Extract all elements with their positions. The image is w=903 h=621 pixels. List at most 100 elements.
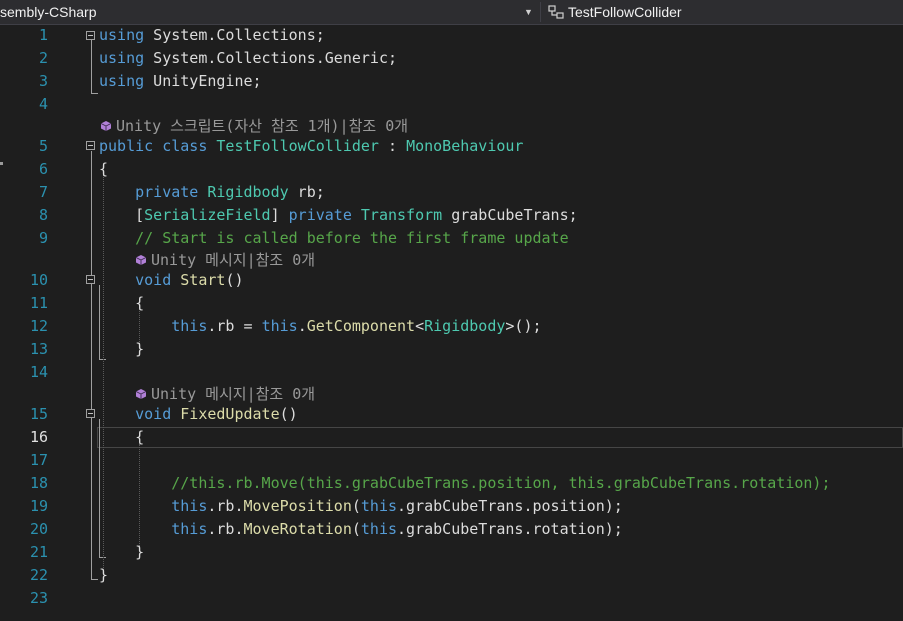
- code-line[interactable]: 11 {: [0, 292, 903, 314]
- code-token: }: [99, 340, 145, 358]
- code-token: .rb.: [207, 520, 244, 538]
- code-token: class: [162, 137, 208, 155]
- line-number: 1: [38, 26, 48, 44]
- code-line[interactable]: 19 this.rb.MovePosition(this.grabCubeTra…: [0, 495, 903, 517]
- code-token: FixedUpdate: [180, 405, 280, 423]
- code-token: this: [171, 497, 208, 515]
- code-line[interactable]: 5 public class TestFollowCollider : MonoB…: [0, 135, 903, 157]
- line-number: 2: [38, 49, 48, 67]
- code-line[interactable]: 20 this.rb.MoveRotation(this.grabCubeTra…: [0, 518, 903, 540]
- code-token: Rigidbody: [424, 317, 506, 335]
- code-line[interactable]: 16 {: [0, 426, 903, 448]
- unity-cube-icon: [100, 121, 112, 131]
- code-text: using System.Collections.Generic;: [99, 47, 397, 69]
- project-dropdown[interactable]: sembly-CSharp: [0, 0, 540, 24]
- code-lens-start-text: Unity 메시지|참조 0개: [151, 251, 316, 269]
- code-token: //this.rb.Move(this.grabCubeTrans.positi…: [171, 474, 831, 492]
- code-line[interactable]: 3 using UnityEngine;: [0, 70, 903, 92]
- code-token: MonoBehaviour: [406, 137, 524, 155]
- code-token: (): [225, 271, 244, 289]
- code-text: using UnityEngine;: [99, 70, 262, 92]
- code-line[interactable]: 13 }: [0, 338, 903, 360]
- code-text: public class TestFollowCollider : MonoBe…: [99, 135, 523, 157]
- code-token: using: [99, 49, 145, 67]
- code-token: >();: [505, 317, 542, 335]
- code-token: using: [99, 26, 145, 44]
- line-number: 4: [38, 95, 48, 113]
- code-line[interactable]: 8 [SerializeField] private Transform gra…: [0, 204, 903, 226]
- code-line[interactable]: 18 //this.rb.Move(this.grabCubeTrans.pos…: [0, 472, 903, 494]
- code-token: System.Collections.Generic;: [144, 49, 398, 67]
- line-number: 22: [29, 566, 48, 584]
- code-line[interactable]: 17: [0, 449, 903, 471]
- code-token: :: [378, 137, 407, 155]
- class-icon: [548, 5, 564, 19]
- code-line[interactable]: 15 void FixedUpdate(): [0, 403, 903, 425]
- code-line[interactable]: 7 private Rigidbody rb;: [0, 181, 903, 203]
- code-line[interactable]: 4: [0, 93, 903, 115]
- code-editor[interactable]: Unity 스크립트(자산 참조 1개)|참조 0개 Unity 메시지|참조 …: [0, 24, 903, 621]
- code-text: //this.rb.Move(this.grabCubeTrans.positi…: [99, 472, 831, 494]
- code-text: this.rb = this.GetComponent<Rigidbody>()…: [99, 315, 542, 337]
- code-text: {: [99, 292, 144, 314]
- line-number: 9: [38, 229, 48, 247]
- line-number: 6: [38, 160, 48, 178]
- code-text: this.rb.MovePosition(this.grabCubeTrans.…: [99, 495, 623, 517]
- code-token: Rigidbody: [207, 183, 289, 201]
- code-text: {: [99, 158, 108, 180]
- code-line[interactable]: 22}: [0, 564, 903, 586]
- code-text: void Start(): [99, 269, 244, 291]
- line-number: 12: [29, 317, 48, 335]
- code-lens-fixedupdate[interactable]: Unity 메시지|참조 0개: [135, 383, 315, 405]
- line-number: 18: [29, 474, 48, 492]
- class-dropdown[interactable]: TestFollowCollider: [548, 0, 682, 24]
- code-token: private: [135, 183, 199, 201]
- code-text: }: [99, 541, 144, 563]
- code-token: (): [279, 405, 298, 423]
- line-number: 21: [29, 543, 48, 561]
- code-line[interactable]: 21 }: [0, 541, 903, 563]
- code-line[interactable]: 9 // Start is called before the first fr…: [0, 227, 903, 249]
- code-token: (: [351, 497, 361, 515]
- code-token: // Start is called before the first fram…: [135, 229, 569, 247]
- code-text: [SerializeField] private Transform grabC…: [99, 204, 578, 226]
- code-token: .rb =: [207, 317, 262, 335]
- code-token: this: [360, 497, 398, 515]
- line-number: 3: [38, 72, 48, 90]
- code-line[interactable]: 12 this.rb = this.GetComponent<Rigidbody…: [0, 315, 903, 337]
- code-token: private: [288, 206, 352, 224]
- code-line[interactable]: 1 using System.Collections;: [0, 24, 903, 46]
- line-number: 19: [29, 497, 48, 515]
- code-line[interactable]: 6{: [0, 158, 903, 180]
- code-line[interactable]: 23: [0, 587, 903, 609]
- code-line[interactable]: 10 void Start(): [0, 269, 903, 291]
- code-token: Start: [180, 271, 226, 289]
- line-number: 5: [38, 137, 48, 155]
- line-number: 11: [29, 294, 48, 312]
- code-token: this: [171, 520, 208, 538]
- code-token: {: [99, 160, 109, 178]
- code-lens-class[interactable]: Unity 스크립트(자산 참조 1개)|참조 0개: [100, 115, 408, 137]
- code-text: {: [99, 426, 144, 448]
- code-token: using: [99, 72, 145, 90]
- chevron-down-icon[interactable]: ▼: [524, 0, 533, 24]
- code-lens-start[interactable]: Unity 메시지|참조 0개: [135, 249, 315, 271]
- code-token: grabCubeTrans;: [442, 206, 578, 224]
- code-text: private Rigidbody rb;: [99, 181, 325, 203]
- line-number: 7: [38, 183, 48, 201]
- code-token: <: [415, 317, 425, 335]
- code-line[interactable]: 2 using System.Collections.Generic;: [0, 47, 903, 69]
- line-number: 10: [29, 271, 48, 289]
- line-number: 16: [29, 428, 48, 446]
- code-line[interactable]: 14: [0, 361, 903, 383]
- code-token: .grabCubeTrans.position);: [397, 497, 623, 515]
- code-token: [: [99, 206, 145, 224]
